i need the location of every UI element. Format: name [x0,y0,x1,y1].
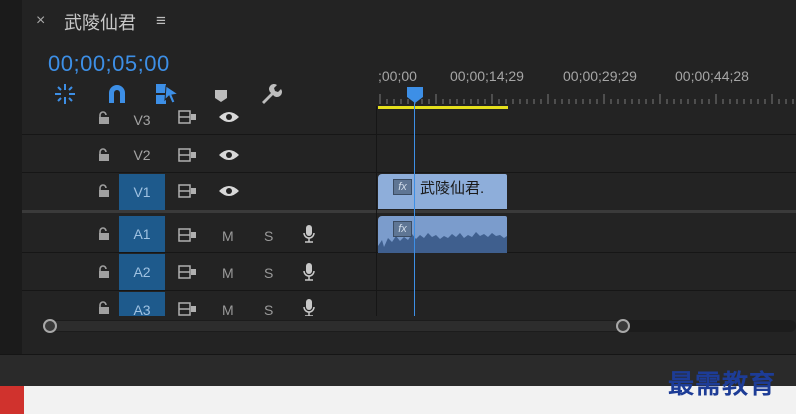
panel-menu-icon[interactable]: ≡ [156,11,166,31]
playhead-timecode[interactable]: 00;00;05;00 [48,51,170,77]
track-name-v1[interactable]: V1 [119,174,165,210]
lock-icon[interactable] [96,110,112,131]
lock-icon[interactable] [96,264,112,285]
eye-icon[interactable] [218,184,240,203]
video-audio-divider[interactable] [22,210,796,213]
lock-icon[interactable] [96,300,112,316]
lock-icon[interactable] [96,226,112,247]
timeline-settings-wrench-icon[interactable] [258,82,284,106]
microphone-icon[interactable] [302,262,316,287]
microphone-icon[interactable] [302,298,316,316]
mute-button[interactable]: M [222,265,234,281]
video-clip-label: 武陵仙君. [420,180,485,197]
scrollbar-left-handle[interactable] [42,318,58,339]
nest-sequence-icon[interactable] [52,82,78,106]
work-area-bar[interactable] [378,106,508,109]
ruler-label: 00;00;14;29 [450,68,524,84]
fx-badge[interactable]: fx [393,179,412,195]
track-divider [22,172,796,173]
scrollbar-right-handle[interactable] [615,318,631,339]
playhead-line[interactable] [414,100,415,316]
panel-left-edge [0,0,22,354]
eye-icon[interactable] [218,148,240,167]
fx-badge[interactable]: fx [393,221,412,237]
toggle-sync-lock-icon[interactable] [178,148,198,167]
microphone-icon[interactable] [302,224,316,249]
time-ruler[interactable] [378,94,796,104]
sequence-tab-title[interactable]: 武陵仙君 [64,9,136,35]
header-divider [376,106,377,316]
solo-button[interactable]: S [264,302,273,316]
playhead-handle[interactable] [406,86,424,104]
track-name-a3[interactable]: A3 [119,292,165,316]
track-name-v3[interactable]: V3 [119,103,165,137]
track-name-a2[interactable]: A2 [119,254,165,290]
toggle-sync-lock-icon[interactable] [178,265,198,284]
track-divider [22,290,796,291]
toggle-sync-lock-icon[interactable] [178,110,198,129]
solo-button[interactable]: S [264,265,273,281]
mute-button[interactable]: M [222,228,234,244]
add-marker-icon[interactable] [208,82,234,106]
ruler-label: ;00;00 [378,68,417,84]
ruler-label: 00;00;29;29 [563,68,637,84]
track-name-v2[interactable]: V2 [119,138,165,172]
solo-button[interactable]: S [264,228,273,244]
toggle-sync-lock-icon[interactable] [178,184,198,203]
eye-icon[interactable] [218,110,240,129]
lock-icon[interactable] [96,147,112,168]
track-name-a1[interactable]: A1 [119,216,165,252]
toggle-sync-lock-icon[interactable] [178,228,198,247]
background-accent [0,386,24,414]
watermark-text: 最需教育 [668,370,777,400]
mute-button[interactable]: M [222,302,234,316]
horizontal-zoom-scrollbar[interactable] [42,316,796,336]
ruler-label: 00;00;44;28 [675,68,749,84]
lock-icon[interactable] [96,183,112,204]
close-sequence-icon[interactable]: × [36,12,45,30]
toggle-sync-lock-icon[interactable] [178,302,198,316]
